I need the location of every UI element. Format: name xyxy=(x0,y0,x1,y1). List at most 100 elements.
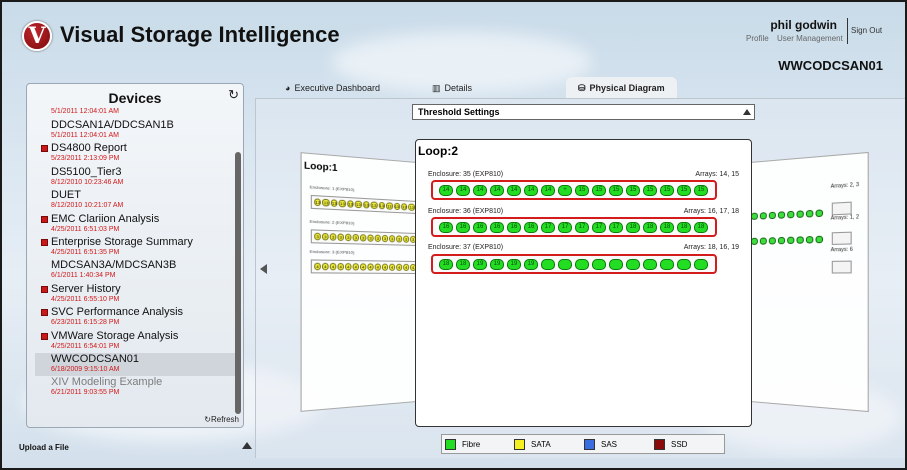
tab-details[interactable]: ▥ Details xyxy=(430,77,472,99)
disk-slot[interactable]: 17 xyxy=(558,221,572,233)
disk-slot[interactable]: 14 xyxy=(541,184,555,196)
disk-slot[interactable]: 18 xyxy=(439,258,453,270)
device-item[interactable]: DS5100_Tier3 8/12/2010 10:23:46 AM xyxy=(35,166,235,189)
disk-slot[interactable]: 15 xyxy=(626,184,640,196)
disk-slot[interactable] xyxy=(575,258,589,270)
disk-slot[interactable] xyxy=(815,208,824,217)
disk-slot[interactable] xyxy=(626,258,640,270)
disk-slot[interactable] xyxy=(805,209,814,218)
disk-slot[interactable]: 3 xyxy=(337,233,344,241)
disk-slot[interactable]: 17 xyxy=(541,221,555,233)
sign-out-link[interactable]: Sign Out xyxy=(851,26,882,35)
disk-slot[interactable] xyxy=(759,211,767,220)
disk-slot[interactable]: 15 xyxy=(575,184,589,196)
disk-slot[interactable]: 13 xyxy=(338,199,346,208)
disk-slot[interactable]: 16 xyxy=(507,221,521,233)
disk-slot[interactable]: 15 xyxy=(660,184,674,196)
disk-slot[interactable]: 4 xyxy=(314,262,321,271)
disk-slot[interactable]: 16 xyxy=(439,221,453,233)
disk-slot[interactable] xyxy=(796,209,804,218)
expand-up-icon[interactable] xyxy=(242,442,252,449)
disk-slot[interactable]: 14 xyxy=(439,184,453,196)
disk-slot[interactable] xyxy=(592,258,606,270)
disk-slot[interactable] xyxy=(768,211,776,219)
disk-slot[interactable] xyxy=(777,210,786,219)
disk-slot[interactable]: 3 xyxy=(389,235,396,243)
device-item[interactable]: Server History 4/25/2011 6:55:10 PM xyxy=(35,283,235,306)
disk-slot[interactable]: 18 xyxy=(626,221,640,233)
disk-slot[interactable]: 14 xyxy=(490,184,504,196)
disk-slot[interactable]: 4 xyxy=(329,262,337,271)
disk-slot[interactable]: 13 xyxy=(362,201,370,209)
refresh-icon[interactable]: ↻ xyxy=(228,87,239,103)
disk-slot[interactable]: 14 xyxy=(473,184,487,196)
disk-slot[interactable]: 19 xyxy=(490,258,504,270)
disk-slot[interactable] xyxy=(796,235,804,244)
disk-slot[interactable]: 13 xyxy=(330,199,338,208)
disk-slot[interactable]: 16 xyxy=(456,221,470,233)
device-item[interactable]: EMC Clariion Analysis 4/25/2011 6:51:03 P… xyxy=(35,213,235,236)
disk-slot[interactable] xyxy=(609,258,623,270)
disk-slot[interactable]: 17 xyxy=(592,221,606,233)
disk-slot[interactable] xyxy=(750,212,758,220)
disk-slot[interactable]: 18 xyxy=(660,221,674,233)
loop-3-panel[interactable]: Arrays: 2, 3 Arrays: 1, 2 Arrays: 6 xyxy=(750,151,869,413)
disk-slot[interactable]: 3 xyxy=(403,235,410,243)
enclosure-row[interactable]: 16 16 16 16 16 16 17 17 17 17 17 18 18 18 18 18 xyxy=(431,217,717,237)
device-item[interactable]: DDCSAN1A/DDCSAN1B 5/1/2011 12:04:01 AM xyxy=(35,119,235,142)
disk-slot[interactable] xyxy=(694,258,708,270)
disk-slot[interactable]: 18 xyxy=(643,221,657,233)
disk-slot[interactable] xyxy=(541,258,555,270)
disk-slot[interactable]: 4 xyxy=(367,263,374,271)
disk-slot[interactable] xyxy=(815,235,824,243)
disk-slot[interactable]: 4 xyxy=(396,263,403,271)
disk-slot[interactable]: 19 xyxy=(524,258,538,270)
disk-slot[interactable]: 4 xyxy=(360,263,367,271)
disk-slot[interactable] xyxy=(677,258,691,270)
disk-slot[interactable]: 18 xyxy=(456,258,470,270)
device-item[interactable]: MDCSAN3A/MDCSAN3B 6/1/2011 1:40:34 PM xyxy=(35,259,235,282)
disk-slot[interactable]: 3 xyxy=(329,233,337,241)
disk-slot[interactable]: 3 xyxy=(314,232,321,241)
scrollbar[interactable] xyxy=(235,152,241,414)
disk-slot[interactable]: 13 xyxy=(386,202,393,210)
disk-slot[interactable]: 14 xyxy=(524,184,538,196)
enclosure-row[interactable]: 14 14 14 14 14 14 14 +15 15 15 15 15 15 15 15 xyxy=(431,180,717,200)
upload-file-button[interactable]: Upload a File xyxy=(19,443,69,452)
disk-slot[interactable]: 3 xyxy=(374,234,381,243)
device-item[interactable]: SVC Performance Analysis 6/23/2011 6:15:2… xyxy=(35,306,235,329)
tab-executive-dashboard[interactable]: ◕ Executive Dashboard xyxy=(283,77,380,99)
disk-slot[interactable]: 4 xyxy=(403,263,410,271)
device-item[interactable]: VMWare Storage Analysis 4/25/2011 6:54:01… xyxy=(35,330,235,353)
disk-slot[interactable]: 13 xyxy=(314,198,322,207)
disk-slot[interactable] xyxy=(558,258,572,270)
disk-slot[interactable]: 13 xyxy=(370,201,378,210)
disk-slot[interactable]: 3 xyxy=(360,234,367,242)
disk-slot[interactable]: 16 xyxy=(490,221,504,233)
disk-slot[interactable] xyxy=(750,237,758,245)
disk-slot[interactable]: 4 xyxy=(345,263,352,271)
disk-slot[interactable]: 13 xyxy=(408,203,415,211)
user-management-link[interactable]: User Management xyxy=(777,34,843,43)
disk-slot[interactable]: 4 xyxy=(352,263,359,271)
device-item[interactable]: WWCODCSAN01 6/18/2009 9:15:10 AM xyxy=(35,352,235,377)
disk-slot[interactable]: 13 xyxy=(393,202,401,211)
disk-slot[interactable]: 3 xyxy=(345,233,352,242)
disk-slot[interactable]: 3 xyxy=(381,234,389,243)
disk-slot[interactable] xyxy=(805,235,814,244)
disk-slot[interactable]: 4 xyxy=(389,263,396,271)
refresh-button[interactable]: ↻Refresh xyxy=(204,415,239,424)
device-item[interactable]: 5/1/2011 12:04:01 AM xyxy=(35,107,235,119)
disk-slot[interactable] xyxy=(787,210,795,218)
threshold-settings-bar[interactable]: Threshold Settings xyxy=(412,104,755,120)
disk-slot[interactable]: 15 xyxy=(643,184,657,196)
disk-slot[interactable]: + xyxy=(558,184,572,196)
disk-slot[interactable] xyxy=(768,236,776,244)
disk-slot[interactable]: 13 xyxy=(401,203,408,211)
tab-physical-diagram[interactable]: ⛁ Physical Diagram xyxy=(566,77,677,99)
disk-slot[interactable]: 16 xyxy=(524,221,538,233)
disk-slot[interactable] xyxy=(759,236,767,245)
profile-link[interactable]: Profile xyxy=(746,34,769,43)
disk-slot[interactable]: 15 xyxy=(592,184,606,196)
disk-slot[interactable]: 4 xyxy=(321,262,329,271)
